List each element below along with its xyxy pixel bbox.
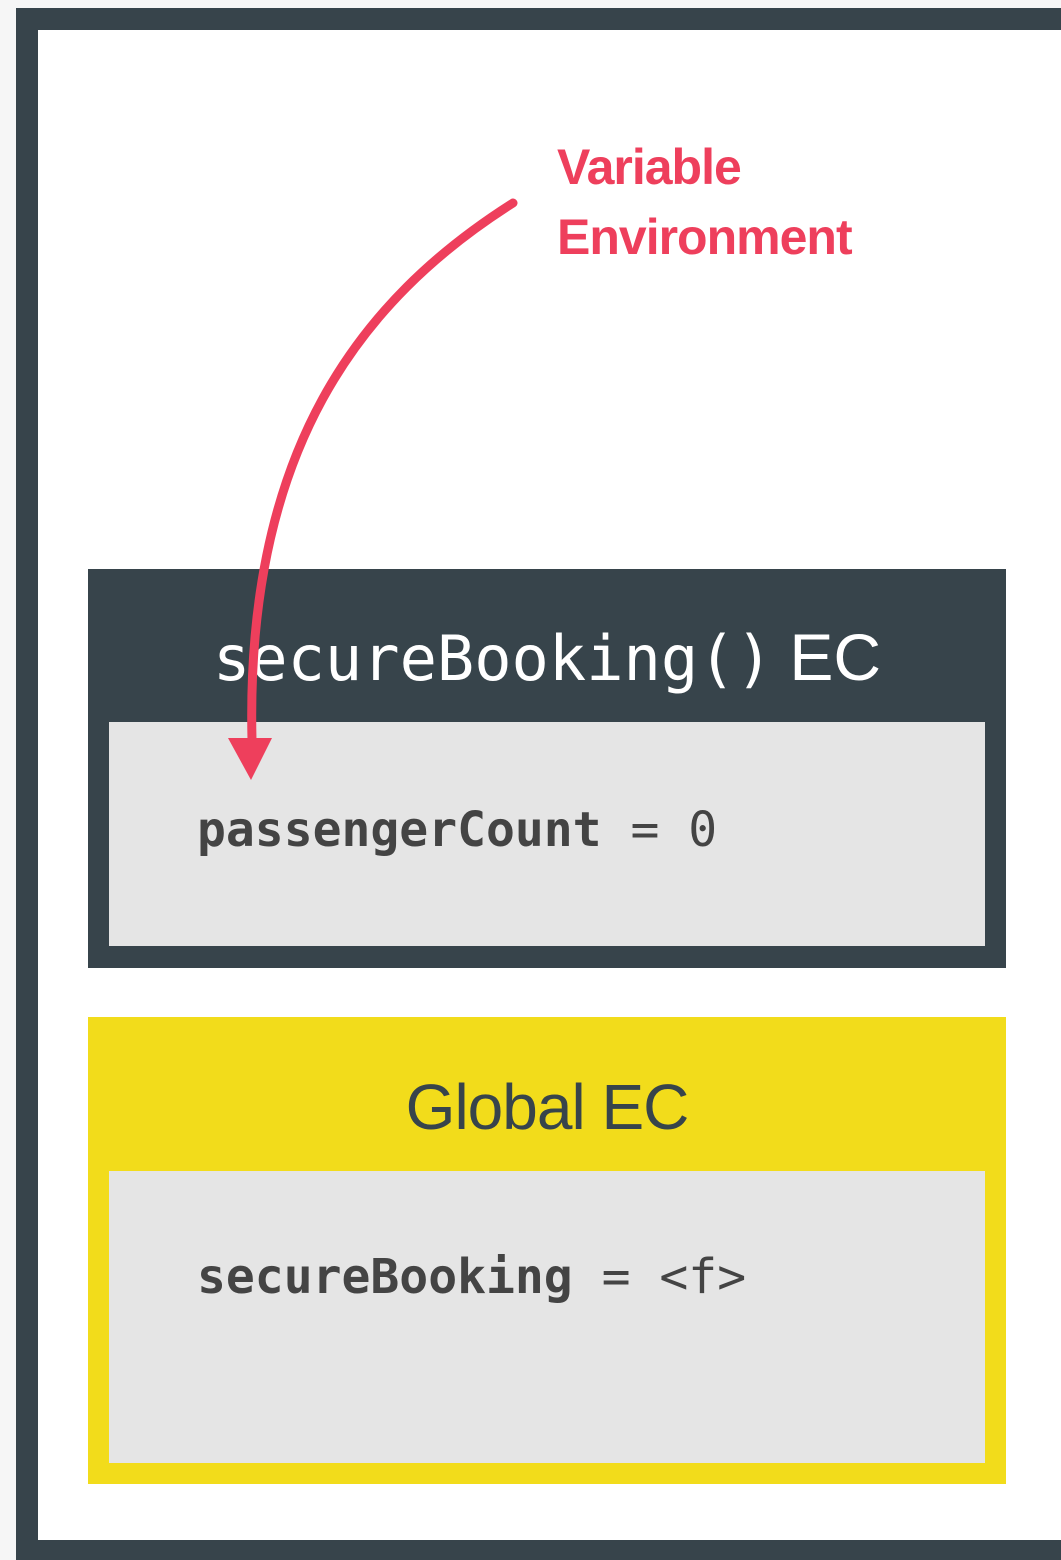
global-variable-environment: secureBooking = <f> bbox=[109, 1171, 985, 1463]
variable-name: passengerCount bbox=[197, 802, 602, 858]
variable-value: 0 bbox=[688, 802, 718, 858]
secure-booking-variable-environment: passengerCount = 0 bbox=[109, 722, 985, 946]
secure-booking-ec-title: secureBooking() EC bbox=[88, 617, 1006, 699]
global-ec: Global EC secureBooking = <f> bbox=[88, 1017, 1006, 1484]
variable-name: secureBooking bbox=[197, 1249, 573, 1305]
variable-entry: passengerCount = 0 bbox=[197, 802, 717, 858]
annotation-line-1: Variable bbox=[557, 139, 742, 195]
secure-booking-ec: secureBooking() EC passengerCount = 0 bbox=[88, 569, 1006, 968]
variable-entry: secureBooking = <f> bbox=[197, 1249, 746, 1305]
annotation-line-2: Environment bbox=[557, 209, 853, 265]
variable-environment-label: Variable Environment bbox=[557, 132, 853, 272]
ec-title-function: secureBooking() bbox=[212, 622, 773, 695]
global-ec-title: Global EC bbox=[405, 1071, 690, 1143]
assign-operator: = bbox=[601, 802, 689, 858]
variable-value: <f> bbox=[659, 1249, 747, 1305]
assign-operator: = bbox=[572, 1249, 660, 1305]
ec-title-suffix: EC bbox=[789, 620, 882, 694]
